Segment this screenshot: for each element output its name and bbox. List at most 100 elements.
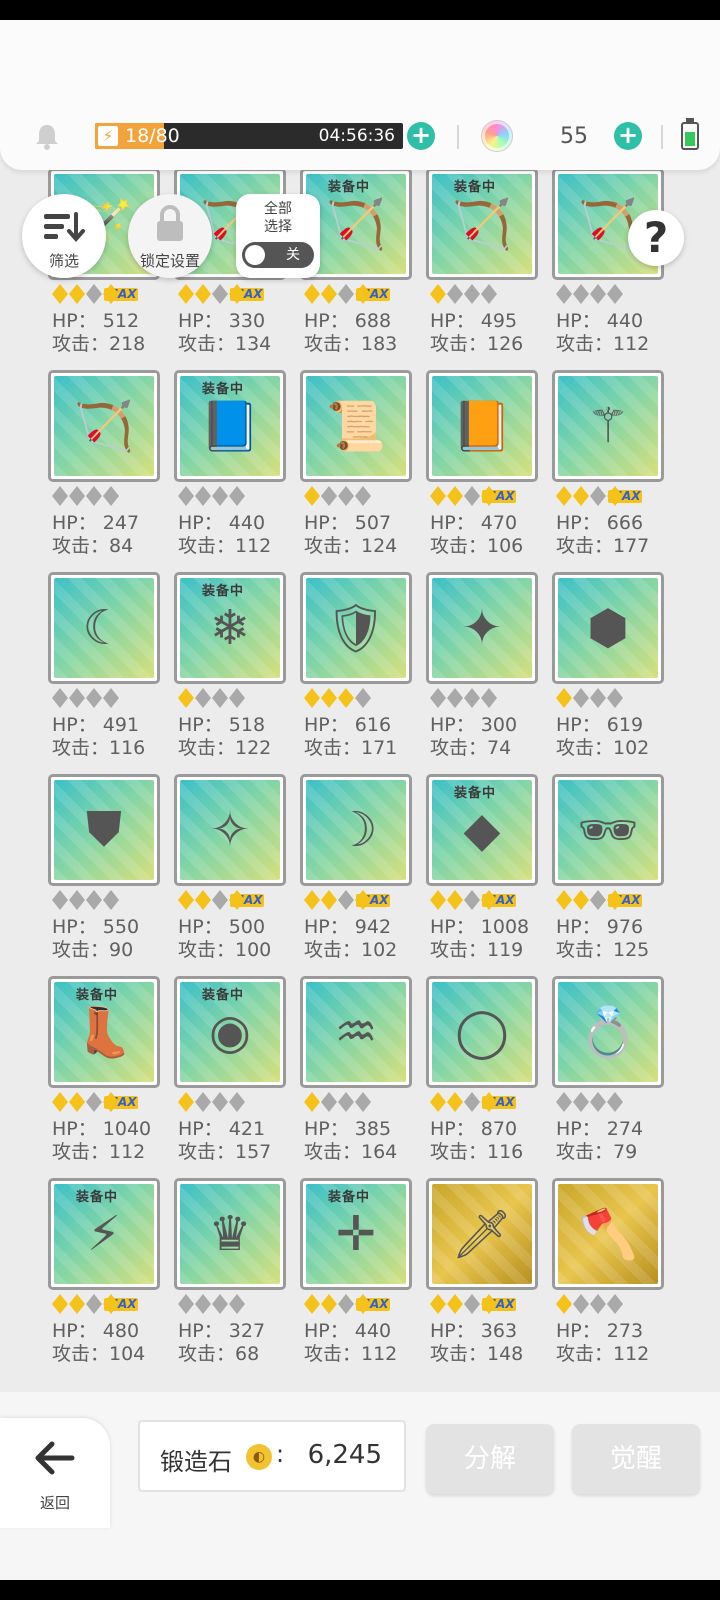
equipment-card[interactable]: 装备中 🏹 HP： 495 攻击：126 bbox=[426, 170, 538, 368]
equipment-card[interactable]: 装备中 ❄ HP： 518 攻击：122 bbox=[174, 572, 286, 772]
awaken-button[interactable]: 觉醒 bbox=[572, 1424, 700, 1494]
select-all-switch[interactable]: 关 bbox=[242, 242, 314, 268]
equipment-card[interactable]: 🏹 HP： 440 攻击：112 bbox=[552, 170, 664, 368]
item-frame[interactable]: 装备中 ❄ bbox=[174, 572, 286, 684]
lock-icon bbox=[157, 205, 183, 241]
equipment-card[interactable]: ☾ HP： 491 攻击：116 bbox=[48, 572, 160, 772]
item-frame[interactable]: 装备中 ⚡ bbox=[48, 1178, 160, 1290]
item-frame[interactable]: 装备中 ◆ bbox=[426, 774, 538, 886]
energy-bar: ⚡ 18/80 04:56:36 bbox=[95, 123, 403, 149]
gold-diamond-icon bbox=[304, 1294, 320, 1314]
equipment-card[interactable]: 🏹 HP： 247 攻击：84 bbox=[48, 370, 160, 570]
item-frame[interactable]: ✧ bbox=[174, 774, 286, 886]
gray-diamond-icon bbox=[86, 1092, 102, 1112]
item-frame[interactable]: ☽ bbox=[300, 774, 412, 886]
back-button[interactable]: 返回 bbox=[0, 1418, 110, 1528]
gold-diamond-icon bbox=[69, 1294, 85, 1314]
item-art: 📙 bbox=[432, 376, 532, 476]
equipment-card[interactable]: 装备中 ◆ MAX HP： 1008 攻击：119 bbox=[426, 774, 538, 974]
item-frame[interactable]: 装备中 ◉ bbox=[174, 976, 286, 1088]
bell-icon[interactable] bbox=[34, 122, 60, 150]
item-frame[interactable]: 💍 bbox=[552, 976, 664, 1088]
gray-diamond-icon bbox=[481, 688, 497, 708]
add-gems-button[interactable]: + bbox=[614, 122, 642, 150]
item-frame[interactable]: 装备中 👢 bbox=[48, 976, 160, 1088]
equipment-card[interactable]: 装备中 ⚡ MAX HP： 480 攻击：104 bbox=[48, 1178, 160, 1378]
equipment-card[interactable]: ⚚ MAX HP： 666 攻击：177 bbox=[552, 370, 664, 570]
item-frame[interactable]: 装备中 ✛ bbox=[300, 1178, 412, 1290]
equipment-card[interactable]: ☽ MAX HP： 942 攻击：102 bbox=[300, 774, 412, 974]
equipment-card[interactable]: ♒ HP： 385 攻击：164 bbox=[300, 976, 412, 1176]
gray-diamond-icon bbox=[212, 1092, 228, 1112]
item-frame[interactable]: 装备中 🏹 bbox=[426, 170, 538, 280]
bottom-bar: 返回 锻造石 ◐ : 6,245 分解 觉醒 bbox=[0, 1392, 720, 1580]
sword-icon: 🗡 bbox=[451, 1206, 513, 1263]
item-frame[interactable]: 🏹 bbox=[48, 370, 160, 482]
equipment-card[interactable]: 🪓 HP： 273 攻击：112 bbox=[552, 1178, 664, 1378]
item-frame[interactable]: ⚚ bbox=[552, 370, 664, 482]
attack-stat: 攻击：134 bbox=[178, 333, 272, 355]
lock-settings-button[interactable]: 锁定设置 bbox=[128, 194, 212, 278]
attack-stat: 攻击：90 bbox=[52, 939, 134, 961]
lock-settings-label: 锁定设置 bbox=[139, 252, 200, 270]
star-rating: MAX bbox=[178, 889, 265, 911]
gray-diamond-icon bbox=[464, 1092, 480, 1112]
equipment-card[interactable]: ⬢ HP： 619 攻击：102 bbox=[552, 572, 664, 772]
gold-diamond-icon bbox=[321, 284, 337, 304]
equipment-card[interactable]: 装备中 👢 MAX HP： 1040 攻击：112 bbox=[48, 976, 160, 1176]
item-frame[interactable]: ☾ bbox=[48, 572, 160, 684]
item-art: 🕶 bbox=[558, 780, 658, 880]
star-rating bbox=[178, 1091, 245, 1113]
item-frame[interactable]: ♒ bbox=[300, 976, 412, 1088]
dark-shield-icon: ⬢ bbox=[587, 600, 629, 656]
gray-diamond-icon bbox=[355, 486, 371, 506]
equipment-card[interactable]: 🛡 HP： 616 攻击：171 bbox=[300, 572, 412, 772]
gray-diamond-icon bbox=[590, 890, 606, 910]
gray-diamond-icon bbox=[573, 284, 589, 304]
gold-diamond-icon bbox=[195, 284, 211, 304]
equipment-card[interactable]: ✦ HP： 300 攻击：74 bbox=[426, 572, 538, 772]
equipped-tag: 装备中 bbox=[202, 584, 245, 599]
equipment-card[interactable]: 🗡 MAX HP： 363 攻击：148 bbox=[426, 1178, 538, 1378]
item-art: ♛ bbox=[180, 1184, 280, 1284]
item-frame[interactable]: ♛ bbox=[174, 1178, 286, 1290]
equipment-card[interactable]: 💍 HP： 274 攻击：79 bbox=[552, 976, 664, 1176]
item-frame[interactable]: 📜 bbox=[300, 370, 412, 482]
rainbow-orb-icon bbox=[482, 121, 512, 151]
equipment-card[interactable]: 装备中 ◉ HP： 421 攻击：157 bbox=[174, 976, 286, 1176]
item-frame[interactable]: 🛡 bbox=[300, 572, 412, 684]
gold-diamond-icon bbox=[304, 284, 320, 304]
gray-diamond-icon bbox=[86, 284, 102, 304]
select-all-toggle[interactable]: 全部 选择 关 bbox=[236, 194, 320, 278]
gray-diamond-icon bbox=[338, 486, 354, 506]
equipment-card[interactable]: ♛ HP： 327 攻击：68 bbox=[174, 1178, 286, 1378]
dark-bow-icon: 🏹 bbox=[452, 196, 512, 253]
item-frame[interactable]: 🗡 bbox=[426, 1178, 538, 1290]
equipment-card[interactable]: 📙 MAX HP： 470 攻击：106 bbox=[426, 370, 538, 570]
item-frame[interactable]: 📙 bbox=[426, 370, 538, 482]
equipment-card[interactable]: ⛊ HP： 550 攻击：90 bbox=[48, 774, 160, 974]
item-frame[interactable]: ◯ bbox=[426, 976, 538, 1088]
item-frame[interactable]: ⬢ bbox=[552, 572, 664, 684]
attack-stat: 攻击：125 bbox=[556, 939, 650, 961]
help-button[interactable]: ? bbox=[628, 210, 684, 266]
item-art: 装备中 🏹 bbox=[306, 174, 406, 274]
equipment-grid: 🪄MAXHP： 512攻击：218🏹MAXHP： 330攻击：134装备中🏹MA… bbox=[0, 170, 720, 1392]
equipment-card[interactable]: 装备中 📘 HP： 440 攻击：112 bbox=[174, 370, 286, 570]
star-rating bbox=[52, 889, 119, 911]
item-frame[interactable]: 🕶 bbox=[552, 774, 664, 886]
gray-diamond-icon bbox=[607, 284, 623, 304]
equipment-card[interactable]: ✧ MAX HP： 500 攻击：100 bbox=[174, 774, 286, 974]
filter-button[interactable]: 筛选 bbox=[22, 194, 106, 278]
add-energy-button[interactable]: + bbox=[407, 122, 435, 150]
equipment-card[interactable]: 装备中 ✛ MAX HP： 440 攻击：112 bbox=[300, 1178, 412, 1378]
equipment-card[interactable]: 📜 HP： 507 攻击：124 bbox=[300, 370, 412, 570]
gray-diamond-icon bbox=[607, 1294, 623, 1314]
item-frame[interactable]: ✦ bbox=[426, 572, 538, 684]
item-frame[interactable]: 🪓 bbox=[552, 1178, 664, 1290]
item-frame[interactable]: ⛊ bbox=[48, 774, 160, 886]
item-frame[interactable]: 装备中 📘 bbox=[174, 370, 286, 482]
decompose-button[interactable]: 分解 bbox=[426, 1424, 554, 1494]
equipment-card[interactable]: ◯ MAX HP： 870 攻击：116 bbox=[426, 976, 538, 1176]
equipment-card[interactable]: 🕶 MAX HP： 976 攻击：125 bbox=[552, 774, 664, 974]
